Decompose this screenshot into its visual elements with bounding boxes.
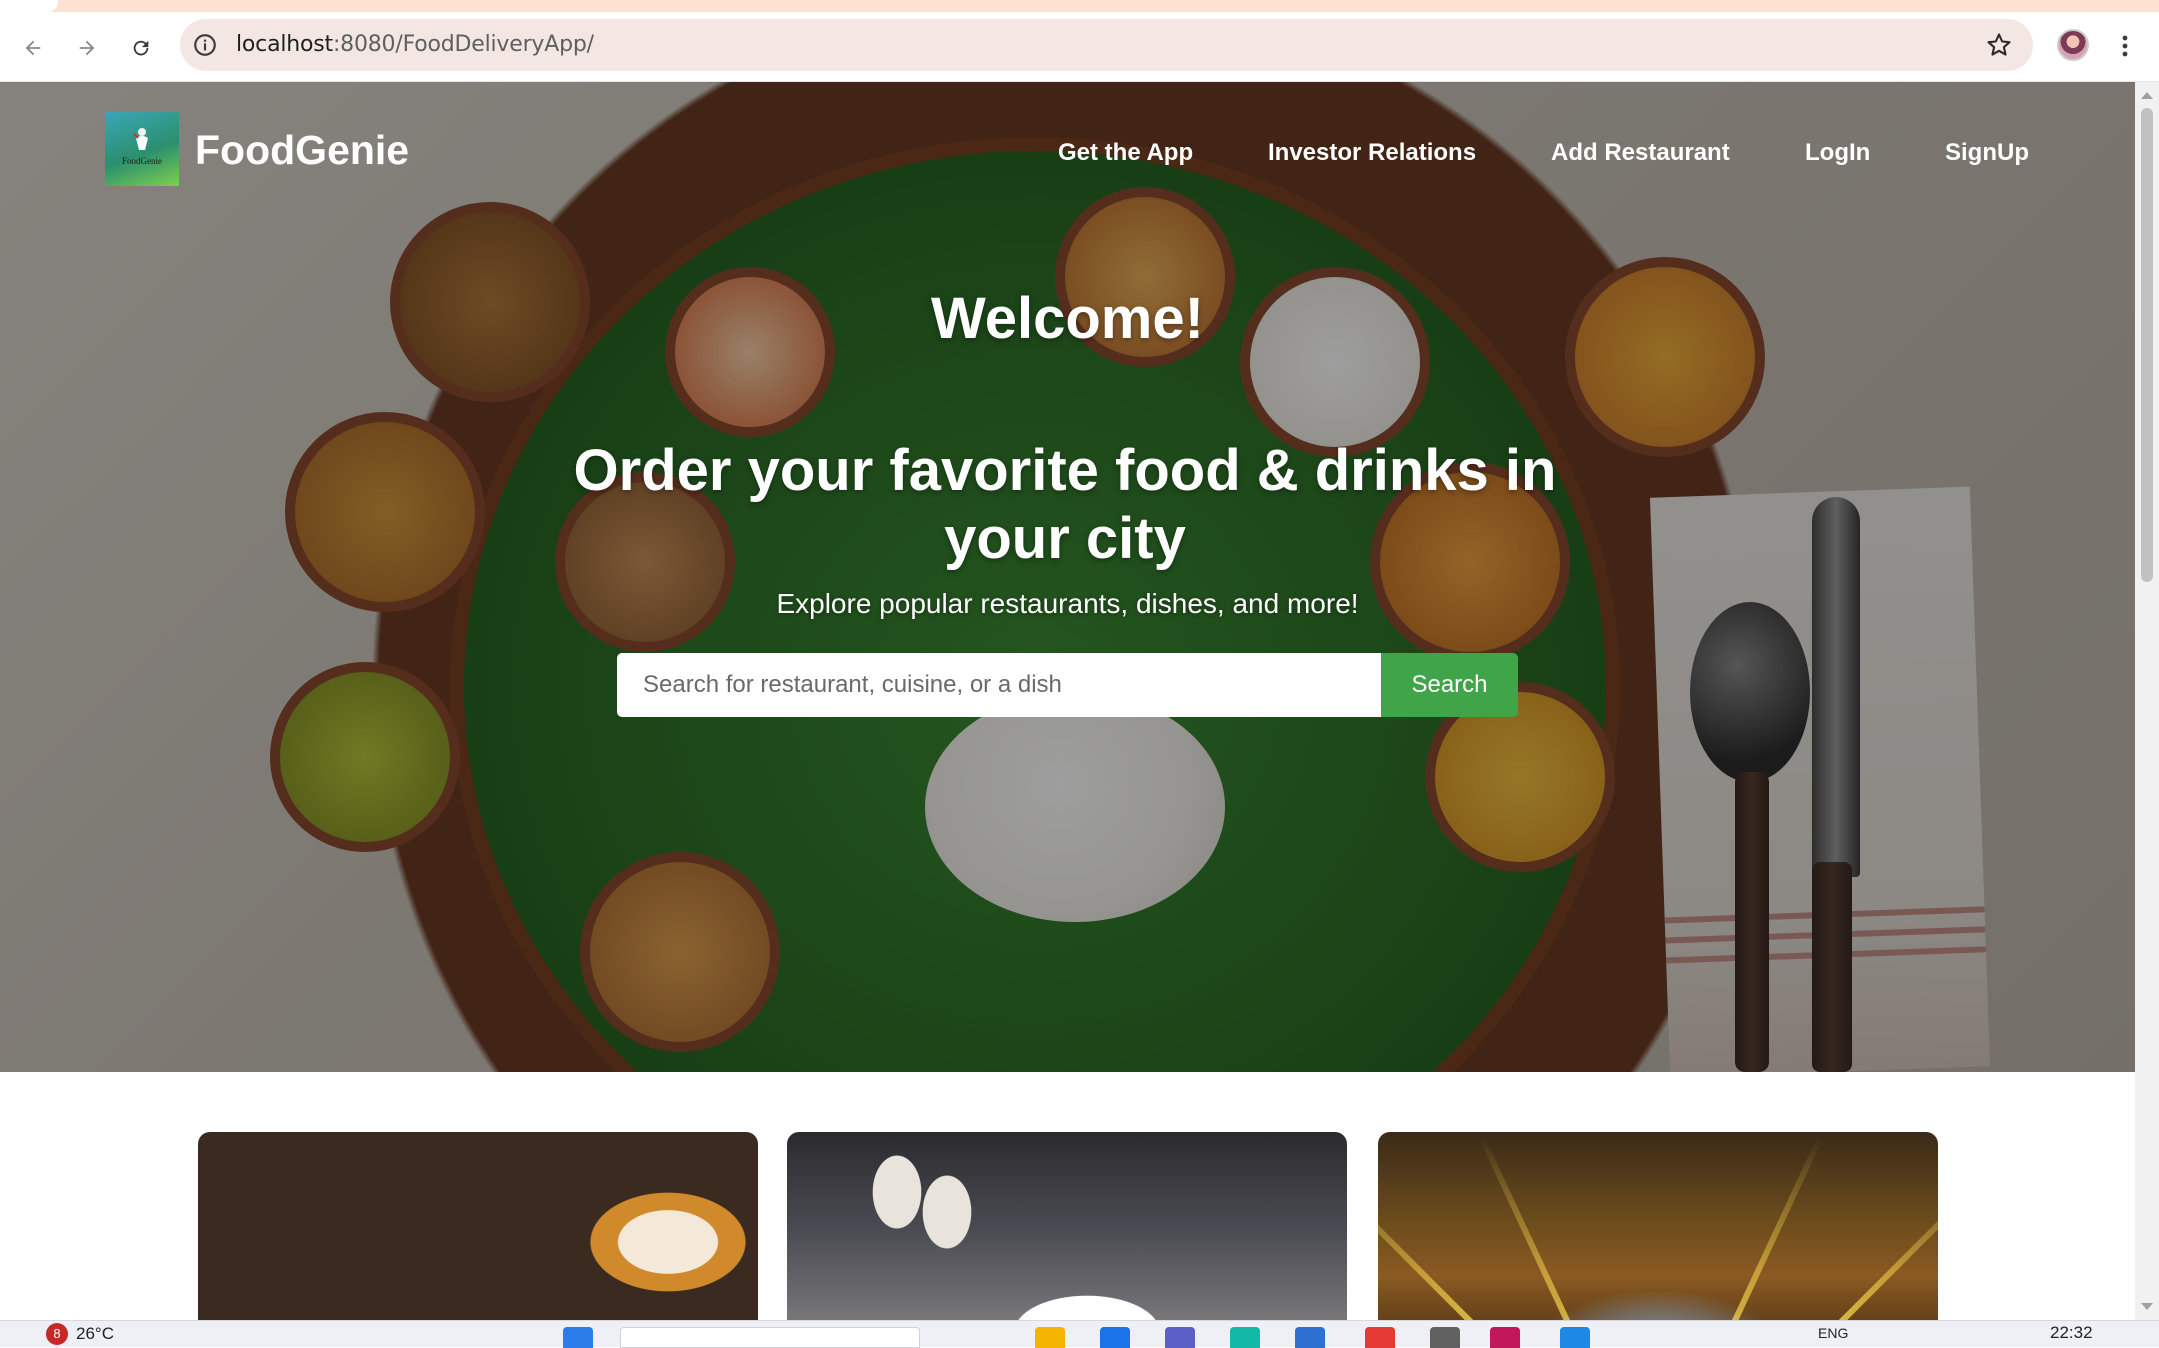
weather-alert-badge[interactable]: 8 bbox=[46, 1323, 68, 1345]
edge-icon[interactable] bbox=[1230, 1327, 1260, 1348]
logo-wordmark: FoodGenie bbox=[122, 156, 162, 166]
page-viewport: FoodGenie FoodGenie Get the App Investor… bbox=[0, 82, 2135, 1320]
brand-name[interactable]: FoodGenie bbox=[195, 128, 409, 172]
url-host: localhost bbox=[236, 32, 333, 57]
search-button[interactable]: Search bbox=[1381, 653, 1518, 717]
indian-dishes-card[interactable] bbox=[198, 1132, 758, 1320]
scroll-down-arrow-icon[interactable] bbox=[2141, 1303, 2153, 1310]
browser-tab-strip bbox=[0, 0, 2159, 12]
site-info-icon[interactable] bbox=[192, 32, 218, 58]
page-scrollbar[interactable] bbox=[2135, 82, 2159, 1320]
chrome-profile-icon[interactable] bbox=[1490, 1327, 1520, 1348]
file-explorer-icon[interactable] bbox=[1035, 1327, 1065, 1348]
hero-subheading: Explore popular restaurants, dishes, and… bbox=[776, 588, 1359, 619]
profile-avatar[interactable] bbox=[2057, 29, 2089, 61]
nav-investor-relations[interactable]: Investor Relations bbox=[1268, 139, 1476, 167]
site-logo[interactable]: FoodGenie bbox=[105, 112, 179, 186]
search-input[interactable] bbox=[617, 653, 1381, 717]
settings-icon[interactable] bbox=[1430, 1327, 1460, 1348]
site-header: FoodGenie FoodGenie Get the App Investor… bbox=[0, 82, 2135, 202]
nav-add-restaurant[interactable]: Add Restaurant bbox=[1551, 139, 1730, 167]
chrome-icon[interactable] bbox=[1365, 1327, 1395, 1348]
back-arrow-icon[interactable] bbox=[16, 31, 50, 65]
reload-icon[interactable] bbox=[124, 31, 158, 65]
stage-light-beam bbox=[1378, 1166, 1504, 1320]
system-clock[interactable]: 22:32 bbox=[2050, 1323, 2093, 1343]
fine-dining-card[interactable] bbox=[787, 1132, 1347, 1320]
store-icon[interactable] bbox=[1100, 1327, 1130, 1348]
stage-light-beam bbox=[1808, 1166, 1938, 1320]
hero-headline: Order your favorite food & drinks in you… bbox=[573, 438, 1557, 571]
teams-icon[interactable] bbox=[1165, 1327, 1195, 1348]
forward-arrow-icon[interactable] bbox=[70, 31, 104, 65]
genie-mascot-icon bbox=[133, 128, 148, 150]
nav-signup[interactable]: SignUp bbox=[1945, 139, 2029, 167]
nav-login[interactable]: LogIn bbox=[1805, 139, 1870, 167]
browser-toolbar: localhost:8080/FoodDeliveryApp/ bbox=[0, 12, 2159, 82]
taskbar-search-box[interactable] bbox=[620, 1327, 920, 1348]
url-path: :8080/FoodDeliveryApp/ bbox=[332, 32, 594, 57]
active-tab-edge[interactable] bbox=[0, 0, 58, 12]
logo-tagline bbox=[142, 166, 143, 172]
windows-taskbar: 8 26°C ENG 22:32 bbox=[0, 1320, 2159, 1348]
welcome-heading: Welcome! bbox=[931, 286, 1204, 351]
language-indicator[interactable]: ENG bbox=[1818, 1325, 1848, 1341]
hero-overlay bbox=[0, 82, 2135, 1072]
hero-banner: FoodGenie FoodGenie Get the App Investor… bbox=[0, 82, 2135, 1072]
nightlife-card[interactable] bbox=[1378, 1132, 1938, 1320]
bookmark-star-icon[interactable] bbox=[1985, 31, 2013, 59]
stage-light-beam bbox=[1478, 1135, 1594, 1320]
scroll-up-arrow-icon[interactable] bbox=[2141, 92, 2153, 99]
scrollbar-thumb[interactable] bbox=[2141, 108, 2153, 582]
vscode-icon[interactable] bbox=[1560, 1327, 1590, 1348]
stage-light-beam bbox=[1708, 1135, 1824, 1320]
nav-get-the-app[interactable]: Get the App bbox=[1058, 139, 1193, 167]
address-bar[interactable]: localhost:8080/FoodDeliveryApp/ bbox=[180, 19, 2033, 71]
weather-temperature[interactable]: 26°C bbox=[76, 1324, 114, 1344]
windows-start-icon[interactable] bbox=[563, 1327, 593, 1348]
url-text: localhost:8080/FoodDeliveryApp/ bbox=[236, 31, 594, 59]
more-menu-icon[interactable] bbox=[2115, 32, 2135, 60]
app-icon[interactable] bbox=[1295, 1327, 1325, 1348]
